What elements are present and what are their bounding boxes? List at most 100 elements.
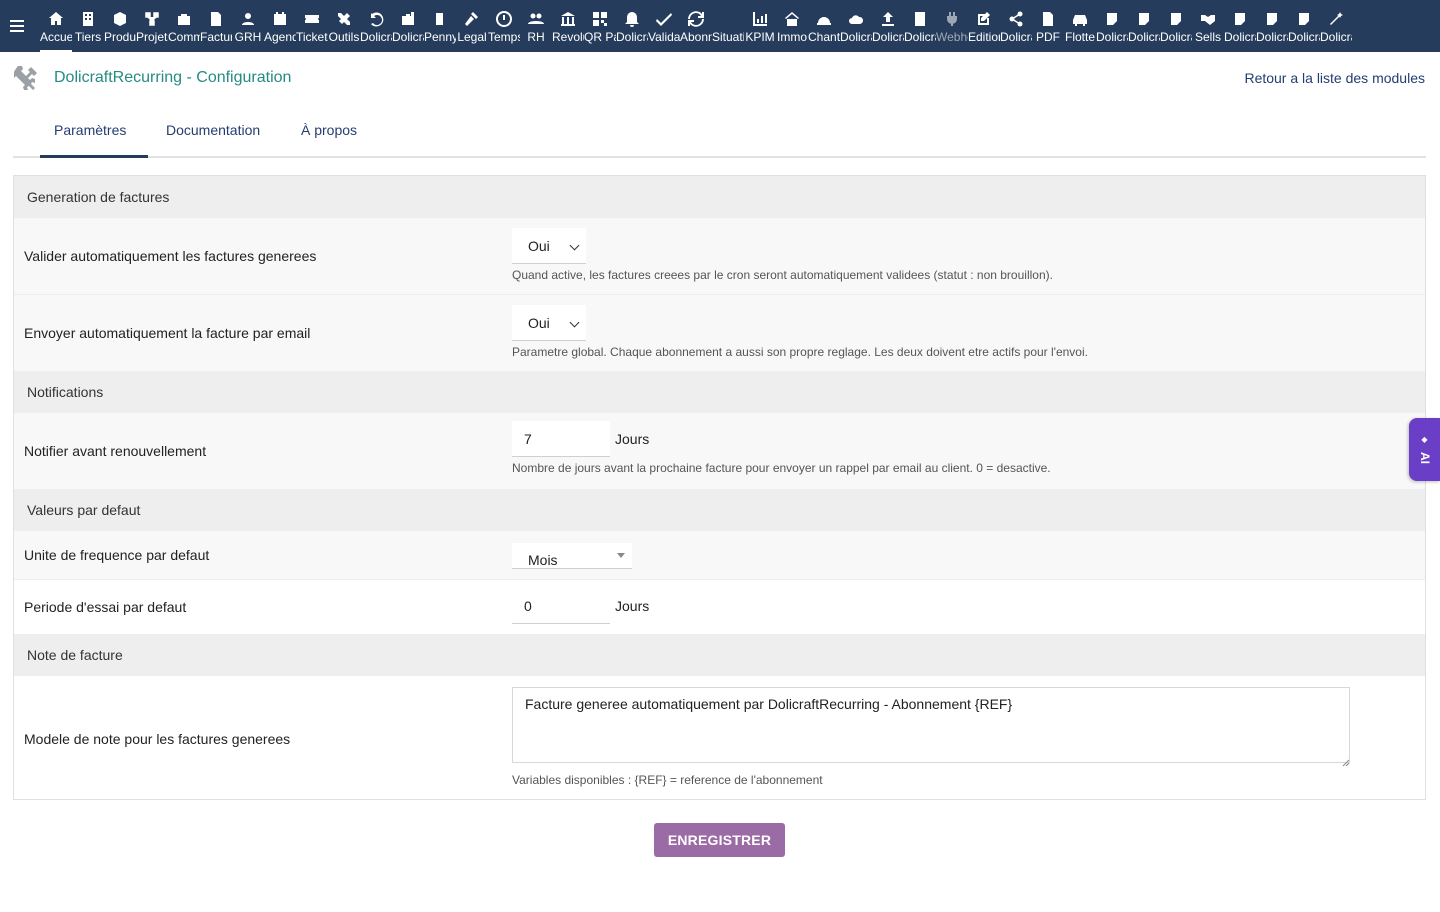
menu-item-dolicraft[interactable]: Dolicraft bbox=[904, 0, 936, 52]
menu-item-kpim[interactable]: KPIM bbox=[744, 0, 776, 52]
menu-item-label: Chantier bbox=[808, 30, 840, 44]
back-to-modules-link[interactable]: Retour a la liste des modules bbox=[1244, 70, 1425, 86]
chevron-down-icon bbox=[569, 317, 580, 328]
active-tab-indicator bbox=[40, 155, 148, 158]
menu-item-chantier[interactable]: Chantier bbox=[808, 0, 840, 52]
gavel-icon bbox=[463, 10, 481, 28]
ticket-icon bbox=[303, 10, 321, 28]
setting-label: Unite de frequence par defaut bbox=[24, 547, 210, 563]
menu-item-commercial[interactable]: Commercial bbox=[168, 0, 200, 52]
menu-item-dolicraft[interactable]: Dolicraft bbox=[1160, 0, 1192, 52]
top-menu-bar: AccueilTiersProduitsProjetsCommercialFac… bbox=[0, 0, 1440, 52]
tab-a-propos[interactable]: À propos bbox=[301, 122, 357, 138]
check-icon bbox=[655, 10, 673, 28]
menu-item-legal[interactable]: Legal bbox=[456, 0, 488, 52]
frequency-unit-select[interactable]: Mois bbox=[512, 543, 632, 569]
menu-item-immo[interactable]: Immo bbox=[776, 0, 808, 52]
menu-item-outils[interactable]: Outils bbox=[328, 0, 360, 52]
menu-item-rh[interactable]: RH bbox=[520, 0, 552, 52]
note-icon bbox=[1263, 10, 1281, 28]
document-icon bbox=[431, 10, 449, 28]
menu-item-label: Produits bbox=[104, 30, 136, 44]
menu-item-dolicraft[interactable]: Dolicraft bbox=[1096, 0, 1128, 52]
setting-label: Notifier avant renouvellement bbox=[24, 443, 207, 459]
menu-item-dolicraft[interactable]: Dolicraft bbox=[1000, 0, 1032, 52]
chart-icon bbox=[751, 10, 769, 28]
menu-item-dolicraft[interactable]: Dolicraft bbox=[1128, 0, 1160, 52]
trial-days-input[interactable] bbox=[512, 588, 610, 624]
menu-item-label: Tickets bbox=[296, 30, 328, 44]
plug-icon bbox=[943, 10, 961, 28]
menu-item-qr-pay[interactable]: QR Pay bbox=[584, 0, 616, 52]
menu-item-grh[interactable]: GRH bbox=[232, 0, 264, 52]
edit-icon bbox=[975, 10, 993, 28]
menu-item-sells[interactable]: Sells bbox=[1192, 0, 1224, 52]
resize-grip-icon[interactable] bbox=[1342, 754, 1350, 767]
menu-item-label: Tiers bbox=[74, 30, 102, 44]
menu-item-label: Dolicraft bbox=[1128, 30, 1160, 44]
ai-tab-label: AI bbox=[1417, 451, 1432, 464]
menu-item-dolicraft[interactable]: Dolicraft bbox=[616, 0, 648, 52]
setting-label: Envoyer automatiquement la facture par e… bbox=[24, 325, 311, 341]
menu-item-dolicraft[interactable]: Dolicraft bbox=[872, 0, 904, 52]
menu-item-dolicraft[interactable]: Dolicraft bbox=[360, 0, 392, 52]
menu-item-label: Dolicraft bbox=[1288, 30, 1320, 44]
note-icon bbox=[1167, 10, 1185, 28]
menu-item-dolicraft[interactable]: Dolicraft bbox=[392, 0, 424, 52]
select-value: Oui bbox=[528, 237, 550, 254]
menu-item-label: Agenda bbox=[264, 30, 296, 44]
menu-item-label: Immo bbox=[777, 30, 807, 44]
menu-item-flotte[interactable]: Flotte bbox=[1064, 0, 1096, 52]
auto-email-select[interactable]: Oui bbox=[512, 305, 586, 341]
config-table: Generation de factures Valider automatiq… bbox=[13, 175, 1426, 800]
select-value: Oui bbox=[528, 314, 550, 331]
cube-icon bbox=[111, 10, 129, 28]
menu-item-tickets[interactable]: Tickets bbox=[296, 0, 328, 52]
dropdown-arrow-icon bbox=[617, 553, 625, 558]
menu-item-agenda[interactable]: Agenda bbox=[264, 0, 296, 52]
tab-parametres[interactable]: Paramètres bbox=[54, 122, 126, 138]
qrcode-icon bbox=[591, 10, 609, 28]
menu-item-revolut[interactable]: Revolut bbox=[552, 0, 584, 52]
menu-item-dolicraft[interactable]: Dolicraft bbox=[1320, 0, 1352, 52]
menu-item-label: Dolicraft bbox=[840, 30, 872, 44]
menu-item-dolicraft[interactable]: Dolicraft bbox=[1256, 0, 1288, 52]
menu-item-label: Dolicraft bbox=[904, 30, 936, 44]
auto-validate-select[interactable]: Oui bbox=[512, 228, 586, 264]
setting-row-trial-period: Periode d'essai par defaut Jours bbox=[14, 579, 1425, 634]
menu-item-pennylane[interactable]: Pennylane bbox=[424, 0, 456, 52]
setting-row-auto-validate: Valider automatiquement les factures gen… bbox=[14, 217, 1425, 294]
menu-item-dolicraft[interactable]: Dolicraft bbox=[1224, 0, 1256, 52]
note-icon bbox=[1135, 10, 1153, 28]
note-template-textarea[interactable]: Facture generee automatiquement par Doli… bbox=[512, 687, 1350, 763]
menu-item-pdf[interactable]: PDF bbox=[1032, 0, 1064, 52]
menu-item-facturation[interactable]: Facturation bbox=[200, 0, 232, 52]
home-icon bbox=[47, 10, 65, 28]
users-icon bbox=[239, 10, 257, 28]
menu-item-dolicraft[interactable]: Dolicraft bbox=[1288, 0, 1320, 52]
menu-item-label: KPIM bbox=[745, 30, 775, 44]
menu-item-situation[interactable]: Situation bbox=[712, 0, 744, 52]
menu-item-projets[interactable]: Projets bbox=[136, 0, 168, 52]
menu-item-tiers[interactable]: Tiers bbox=[72, 0, 104, 52]
menu-item-produits[interactable]: Produits bbox=[104, 0, 136, 52]
car-icon bbox=[1071, 10, 1089, 28]
menu-toggle-icon[interactable] bbox=[0, 0, 34, 52]
menu-item-webhooks[interactable]: Webhooks bbox=[936, 0, 968, 52]
notify-days-input[interactable] bbox=[512, 421, 610, 457]
save-button[interactable]: ENREGISTRER bbox=[654, 823, 785, 857]
menu-item-validation[interactable]: Validation bbox=[648, 0, 680, 52]
menu-item-temps[interactable]: Temps bbox=[488, 0, 520, 52]
case-icon bbox=[399, 10, 417, 28]
menu-item-abonnements[interactable]: Abonnements bbox=[680, 0, 712, 52]
tab-documentation[interactable]: Documentation bbox=[166, 122, 260, 138]
section-header-invoices: Generation de factures bbox=[14, 176, 1425, 217]
setting-label: Periode d'essai par defaut bbox=[24, 599, 187, 615]
menu-item-label: Dolicraft bbox=[616, 30, 648, 44]
menu-item-label: Dolicraft bbox=[1320, 30, 1352, 44]
menu-item-editions[interactable]: Editions bbox=[968, 0, 1000, 52]
menu-item-accueil[interactable]: Accueil bbox=[40, 0, 72, 52]
upload-icon bbox=[879, 10, 897, 28]
ai-assistant-tab[interactable]: ◆ AI bbox=[1409, 418, 1440, 481]
menu-item-dolicraft[interactable]: Dolicraft bbox=[840, 0, 872, 52]
